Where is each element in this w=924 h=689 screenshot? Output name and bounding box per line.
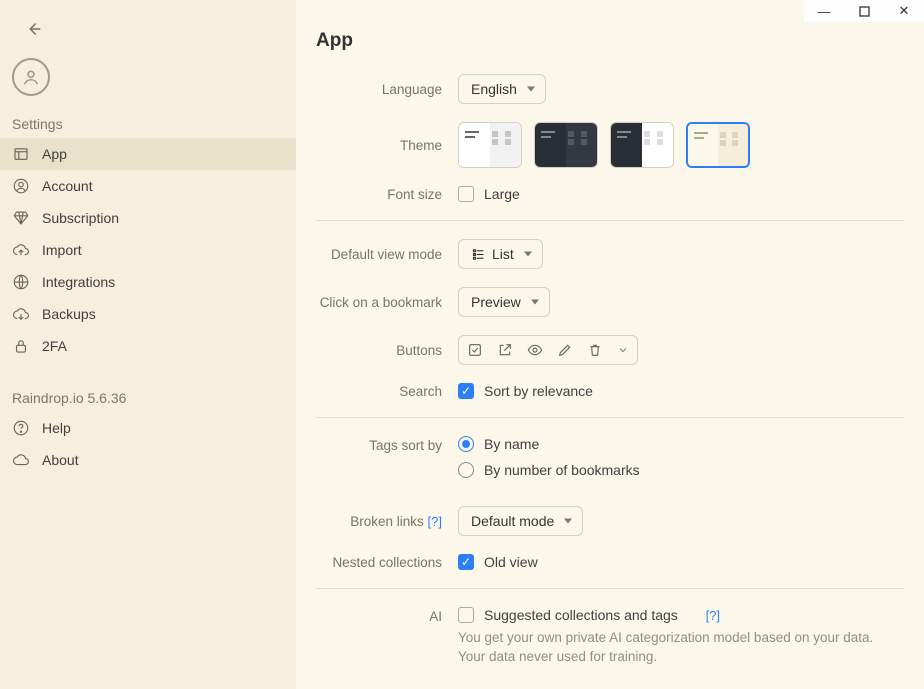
sidebar: Settings App Account Subscription Import…: [0, 0, 296, 689]
avatar[interactable]: [12, 58, 50, 96]
maximize-button[interactable]: [844, 0, 884, 22]
chevron-down-icon[interactable]: [617, 344, 629, 356]
theme-label: Theme: [316, 138, 442, 153]
ai-help[interactable]: [?]: [706, 608, 720, 623]
user-icon: [12, 177, 30, 195]
ai-label: AI: [316, 607, 442, 624]
trash-icon[interactable]: [587, 342, 603, 358]
sidebar-item-label: Backups: [42, 306, 96, 322]
sidebar-item-label: 2FA: [42, 338, 67, 354]
globe-icon: [12, 273, 30, 291]
divider: [316, 417, 904, 418]
tags-sort-label: Tags sort by: [316, 436, 442, 453]
sidebar-item-help[interactable]: Help: [0, 412, 296, 444]
window-titlebar: — ✕: [804, 0, 924, 22]
font-size-label: Font size: [316, 187, 442, 202]
diamond-icon: [12, 209, 30, 227]
sidebar-item-about[interactable]: About: [0, 444, 296, 476]
buttons-label: Buttons: [316, 343, 442, 358]
list-icon: [471, 247, 486, 262]
language-label: Language: [316, 82, 442, 97]
broken-links-label: Broken links [?]: [316, 514, 442, 529]
sidebar-item-2fa[interactable]: 2FA: [0, 330, 296, 362]
back-arrow-icon[interactable]: [22, 18, 44, 40]
tags-sort-bycount-radio[interactable]: [458, 462, 474, 478]
font-size-checkbox[interactable]: [458, 186, 474, 202]
search-checkbox[interactable]: ✓: [458, 383, 474, 399]
sidebar-item-label: Integrations: [42, 274, 115, 290]
sidebar-item-import[interactable]: Import: [0, 234, 296, 266]
default-view-label: Default view mode: [316, 247, 442, 262]
tags-sort-byname-radio[interactable]: [458, 436, 474, 452]
font-size-value: Large: [484, 186, 520, 202]
help-icon: [12, 419, 30, 437]
close-button[interactable]: ✕: [884, 0, 924, 22]
language-select[interactable]: English: [458, 74, 546, 104]
theme-option-light[interactable]: [458, 122, 522, 168]
sidebar-item-label: App: [42, 146, 67, 162]
nested-value: Old view: [484, 554, 538, 570]
tags-sort-byname-label: By name: [484, 436, 539, 452]
sidebar-item-label: Help: [42, 420, 71, 436]
section-title-settings: Settings: [0, 112, 296, 138]
divider: [316, 220, 904, 221]
main-content: — ✕ App Language English Theme: [296, 0, 924, 689]
external-link-icon[interactable]: [497, 342, 513, 358]
sidebar-item-integrations[interactable]: Integrations: [0, 266, 296, 298]
theme-option-dark[interactable]: [534, 122, 598, 168]
theme-option-sepia[interactable]: [686, 122, 750, 168]
cloud-icon: [12, 451, 30, 469]
search-value: Sort by relevance: [484, 383, 593, 399]
sidebar-item-subscription[interactable]: Subscription: [0, 202, 296, 234]
nested-label: Nested collections: [316, 555, 442, 570]
theme-option-auto[interactable]: [610, 122, 674, 168]
buttons-config[interactable]: [458, 335, 638, 365]
app-icon: [12, 145, 30, 163]
click-bookmark-select[interactable]: Preview: [458, 287, 550, 317]
sidebar-item-backups[interactable]: Backups: [0, 298, 296, 330]
default-view-select[interactable]: List: [458, 239, 543, 269]
check-icon[interactable]: [467, 342, 483, 358]
version-label: Raindrop.io 5.6.36: [0, 380, 296, 412]
cloud-upload-icon: [12, 241, 30, 259]
broken-links-select[interactable]: Default mode: [458, 506, 583, 536]
sidebar-item-label: About: [42, 452, 79, 468]
lock-icon: [12, 337, 30, 355]
tags-sort-bycount-label: By number of bookmarks: [484, 462, 640, 478]
click-bookmark-label: Click on a bookmark: [316, 295, 442, 310]
sidebar-item-app[interactable]: App: [0, 138, 296, 170]
sidebar-item-label: Import: [42, 242, 82, 258]
page-title: App: [316, 30, 904, 52]
eye-icon[interactable]: [527, 342, 543, 358]
ai-description: You get your own private AI categorizati…: [458, 629, 898, 667]
ai-checkbox[interactable]: [458, 607, 474, 623]
divider: [316, 588, 904, 589]
sidebar-item-label: Account: [42, 178, 93, 194]
broken-links-help[interactable]: [?]: [428, 514, 442, 529]
nested-checkbox[interactable]: ✓: [458, 554, 474, 570]
search-label: Search: [316, 384, 442, 399]
sidebar-item-label: Subscription: [42, 210, 119, 226]
cloud-download-icon: [12, 305, 30, 323]
minimize-button[interactable]: —: [804, 0, 844, 22]
ai-value: Suggested collections and tags: [484, 607, 678, 623]
pencil-icon[interactable]: [557, 342, 573, 358]
sidebar-item-account[interactable]: Account: [0, 170, 296, 202]
